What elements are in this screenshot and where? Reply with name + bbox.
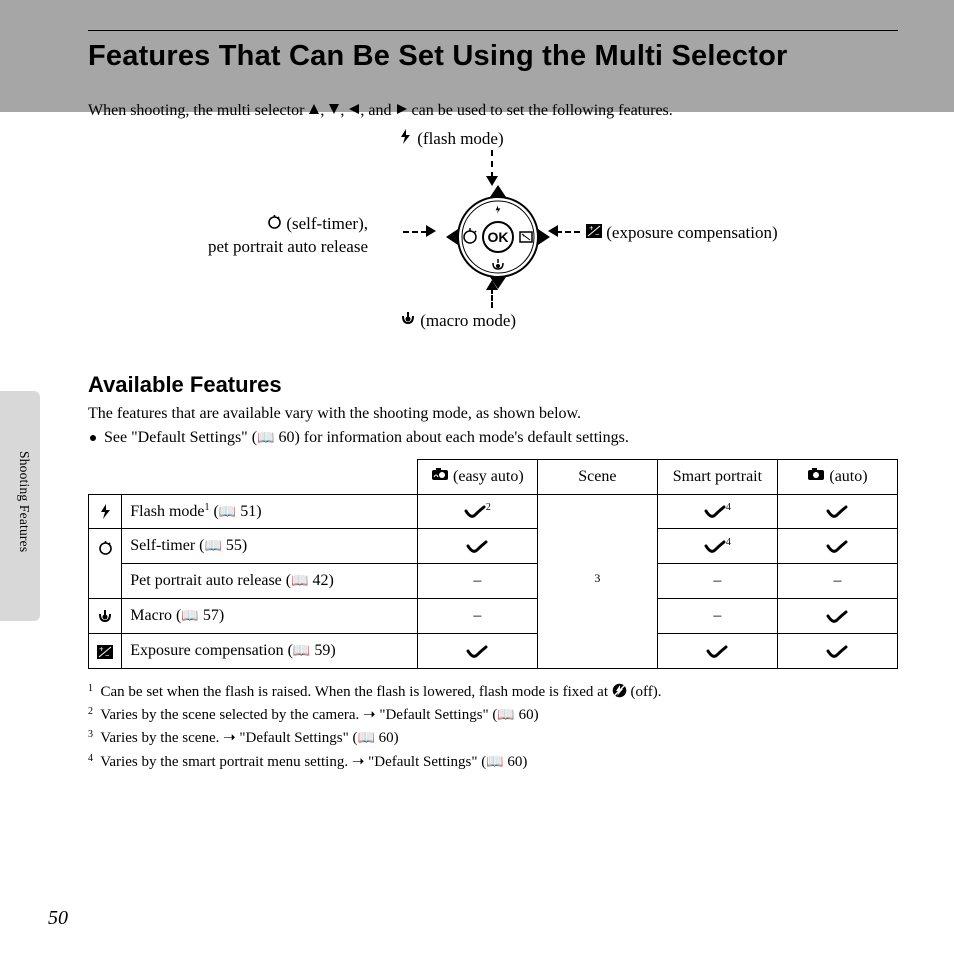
section-para: The features that are available vary wit… — [88, 403, 898, 425]
up-triangle-icon — [308, 103, 320, 115]
svg-text:−: − — [595, 230, 600, 238]
flash-icon — [398, 129, 413, 144]
flash-mode-label: (flash mode) — [398, 128, 504, 151]
selector-dial: + OK — [446, 185, 538, 277]
arrow-dash-up — [491, 150, 493, 178]
macro-icon — [400, 311, 416, 326]
auto-cam-icon — [807, 467, 825, 481]
flash-off-icon — [612, 683, 627, 698]
self-timer-icon — [267, 214, 282, 229]
svg-text:+: + — [99, 645, 104, 654]
exposure-comp-label: +− (exposure compensation) — [586, 222, 778, 245]
exposure-comp-icon: +− — [97, 645, 113, 659]
arrow-dash-down — [491, 288, 493, 308]
easy-auto-cam-icon — [431, 467, 449, 481]
features-table: (easy auto) Scene Smart portrait (auto) … — [88, 459, 898, 669]
arrow-dash-left — [403, 231, 427, 233]
exposure-comp-icon: +− — [586, 224, 602, 238]
table-row: Self-timer (📖 55) 4 — [89, 529, 898, 564]
arrow-dash-right — [556, 231, 580, 233]
flash-icon — [99, 504, 112, 519]
arrowhead-left — [426, 225, 436, 237]
col-scene: Scene — [537, 459, 657, 494]
multi-selector-diagram: (flash mode) + OK — [88, 128, 868, 338]
top-rule — [88, 30, 898, 31]
section-title: Available Features — [88, 370, 898, 400]
side-tab-label: Shooting Features — [15, 451, 33, 552]
arrowhead-right — [548, 225, 558, 237]
table-row: Pet portrait auto release (📖 42) – – – — [89, 564, 898, 599]
left-triangle-icon — [348, 103, 360, 115]
page-title: Features That Can Be Set Using the Multi… — [88, 37, 898, 76]
scene-note: 3 — [537, 494, 657, 668]
table-row: +− Exposure compensation (📖 59) — [89, 634, 898, 669]
col-smart-portrait: Smart portrait — [657, 459, 777, 494]
macro-mode-label: (macro mode) — [400, 310, 516, 333]
macro-icon — [97, 609, 113, 624]
right-triangle-icon — [396, 103, 408, 115]
intro-paragraph: When shooting, the multi selector , , , … — [88, 100, 898, 122]
ok-label: OK — [488, 229, 509, 245]
self-timer-icon — [98, 540, 113, 555]
col-easy-auto: (easy auto) — [417, 459, 537, 494]
table-row: Flash mode1 (📖 51) 2 3 4 — [89, 494, 898, 529]
svg-text:−: − — [105, 651, 110, 659]
table-row: Macro (📖 57) – – — [89, 599, 898, 634]
down-triangle-icon — [328, 103, 340, 115]
col-auto: (auto) — [777, 459, 897, 494]
footnotes: 1 Can be set when the flash is raised. W… — [88, 681, 898, 774]
self-timer-label: (self-timer), pet portrait auto release — [208, 213, 368, 259]
page-number: 50 — [48, 905, 68, 932]
section-bullet: See "Default Settings" (📖 60) for inform… — [90, 427, 898, 449]
arrowhead-down — [486, 280, 498, 290]
side-tab: Shooting Features — [0, 391, 40, 621]
